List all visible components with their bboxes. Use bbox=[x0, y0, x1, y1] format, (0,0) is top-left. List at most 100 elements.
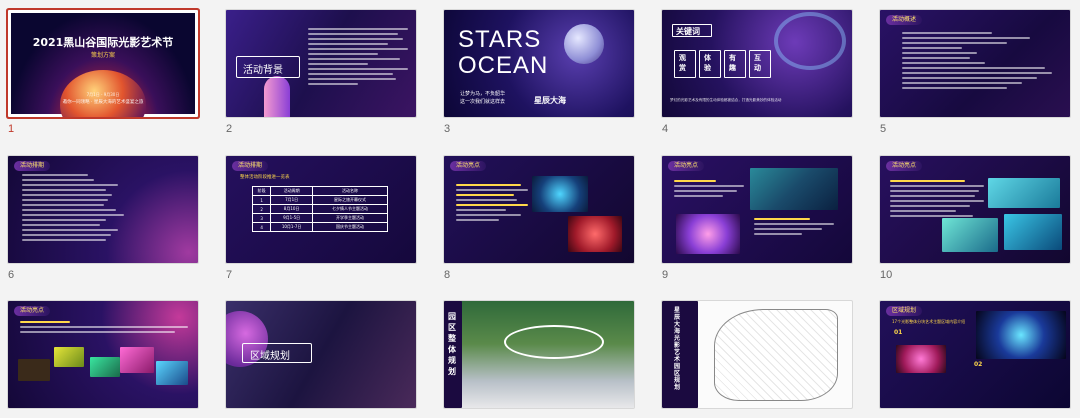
table-header-row: 阶段 活动周期 活动名称 bbox=[251, 186, 388, 196]
table-cell: 七夕情人节主题活动 bbox=[312, 204, 388, 214]
slide-13-preview[interactable]: 园区整体规划 bbox=[444, 301, 634, 408]
photo-light-sculpture-1 bbox=[750, 168, 838, 210]
slide-15-label-2: 02 bbox=[974, 361, 983, 368]
slide-1-title: 2021黑山谷国际光影艺术节 bbox=[32, 36, 174, 49]
table-cell: 星际之旅开幕仪式 bbox=[312, 195, 388, 205]
slide-10-body-text bbox=[890, 180, 984, 220]
table-row: 2 8月10日 七夕情人节主题活动 bbox=[251, 204, 388, 214]
slide-2-title: 活动背景 bbox=[243, 65, 283, 76]
slide-9-title: 活动亮点 bbox=[668, 161, 705, 171]
slide-number: 4 bbox=[662, 123, 669, 135]
slide-14-title: 星辰大海光影艺术园区规划 bbox=[674, 307, 681, 391]
table-cell: 开学季主题活动 bbox=[312, 213, 388, 223]
photo-thumb-5 bbox=[156, 361, 188, 385]
slide-8-body-text bbox=[456, 184, 528, 224]
slide-10-title: 活动亮点 bbox=[886, 161, 923, 171]
slide-15-title: 区域规划 bbox=[886, 306, 923, 316]
moon-graphic bbox=[564, 24, 604, 64]
table-row: 4 10月1-7日 国庆节主题活动 bbox=[251, 222, 388, 232]
slide-5-body-text bbox=[902, 32, 1052, 92]
slide-14-preview[interactable]: 星辰大海光影艺术园区规划 bbox=[662, 301, 852, 408]
table-cell: 1 bbox=[251, 195, 272, 205]
table-cell: 9月1-5日 bbox=[270, 213, 314, 223]
slide-4-footer: 梦幻的光影艺术及有限的生动体验都被结合，打造光影美妙的体验活动 bbox=[670, 98, 782, 102]
photo-installation-2 bbox=[568, 216, 622, 252]
table-cell: 4 bbox=[251, 222, 272, 232]
photo-light-sculpture-2 bbox=[676, 214, 740, 254]
slide-12-title: 区域规划 bbox=[250, 351, 290, 362]
table-header-cell: 阶段 bbox=[251, 186, 272, 196]
slide-9-body-text-2 bbox=[754, 218, 834, 238]
table-header-cell: 活动名称 bbox=[312, 186, 388, 196]
table-row: 3 9月1-5日 开学季主题活动 bbox=[251, 213, 388, 223]
slide-1-subtitle: 策划方案 bbox=[90, 52, 115, 59]
slide-8-preview[interactable]: 活动亮点 bbox=[444, 156, 634, 263]
slide-11-preview[interactable]: 活动亮点 bbox=[8, 301, 198, 408]
slide-3-preview[interactable]: STARS OCEAN 让梦为马，不负韶华 这一次我们就这样去 星辰大海 bbox=[444, 10, 634, 117]
slide-number: 5 bbox=[880, 123, 887, 135]
slide-3-title-line2: OCEAN bbox=[458, 52, 549, 79]
slide-3-text-line1: 让梦为马，不负韶华 bbox=[460, 91, 506, 97]
photo-aquarium-1 bbox=[988, 178, 1060, 208]
slide-4-word-2: 体验 bbox=[704, 54, 711, 72]
table-header-cell: 活动周期 bbox=[270, 186, 314, 196]
park-road-graphic bbox=[504, 325, 604, 359]
slide-number: 8 bbox=[444, 269, 451, 281]
slide-9-body-text bbox=[674, 180, 744, 200]
slide-4-keyword: 关键词 bbox=[676, 27, 700, 36]
slide-number: 7 bbox=[226, 269, 233, 281]
slide-7-schedule-table: 阶段 活动周期 活动名称 1 7月1日 星际之旅开幕仪式 2 8月10日 七夕情… bbox=[251, 186, 388, 232]
pillar-graphic bbox=[264, 76, 290, 117]
slide-3-text-line2: 这一次我们就这样去 bbox=[460, 99, 506, 105]
slide-13-title: 园区整体规划 bbox=[448, 312, 456, 376]
slide-number: 1 bbox=[8, 123, 15, 135]
slide-12-preview[interactable]: 区域规划 bbox=[226, 301, 416, 408]
slide-3-title-line1: STARS bbox=[458, 26, 542, 53]
slide-7-caption: 整体活动阶段推进一览表 bbox=[240, 175, 290, 180]
slide-4-word-1: 观赏 bbox=[679, 54, 686, 72]
slide-1-tagline: 邀你一同领略 · 星辰大海的艺术盛宴之旅 bbox=[62, 100, 144, 105]
slide-3-highlight: 星辰大海 bbox=[534, 96, 566, 105]
slide-6-preview[interactable]: 活动排期 bbox=[8, 156, 198, 263]
photo-aquarium-3 bbox=[1004, 214, 1062, 250]
slide-15-preview[interactable]: 区域规划 17个光影整体分块艺术主题区域内容介绍 01 02 bbox=[880, 301, 1070, 408]
table-cell: 国庆节主题活动 bbox=[312, 222, 388, 232]
table-cell: 10月1-7日 bbox=[270, 222, 314, 232]
slide-2-preview[interactable]: 活动背景 bbox=[226, 10, 416, 117]
slide-number: 10 bbox=[880, 269, 893, 281]
slide-15-label-1: 01 bbox=[894, 329, 903, 336]
slide-11-body-text bbox=[20, 321, 188, 336]
table-cell: 7月1日 bbox=[270, 195, 314, 205]
slide-1-meta: 7月1日 - 9月30日 bbox=[86, 92, 120, 97]
slide-10-preview[interactable]: 活动亮点 bbox=[880, 156, 1070, 263]
photo-light-tree bbox=[976, 311, 1066, 359]
photo-light-tunnel bbox=[896, 345, 946, 373]
table-cell: 2 bbox=[251, 204, 272, 214]
slide-7-preview[interactable]: 活动排期 整体活动阶段推进一览表 阶段 活动周期 活动名称 1 7月1日 星际之… bbox=[226, 156, 416, 263]
slide-4-word-4: 互动 bbox=[754, 54, 761, 72]
slide-4-preview[interactable]: 关键词 观赏 体验 有趣 互动 梦幻的光影艺术及有限的生动体验都被结合，打造光影… bbox=[662, 10, 852, 117]
slide-6-body-text bbox=[22, 174, 142, 244]
slide-7-title: 活动排期 bbox=[232, 161, 269, 171]
slide-11-title: 活动亮点 bbox=[14, 306, 51, 316]
slide-1-preview[interactable]: 2021黑山谷国际光影艺术节 策划方案 7月1日 - 9月30日 邀你一同领略 … bbox=[8, 10, 198, 117]
slide-number: 6 bbox=[8, 269, 15, 281]
slide-5-title: 活动概述 bbox=[886, 15, 923, 25]
photo-thumb-3 bbox=[90, 357, 120, 377]
table-cell: 8月10日 bbox=[270, 204, 314, 214]
photo-thumb-2 bbox=[54, 347, 84, 367]
slide-number: 3 bbox=[444, 123, 451, 135]
ring-graphic bbox=[774, 12, 846, 70]
photo-installation-1 bbox=[532, 176, 588, 212]
photo-thumb-1 bbox=[18, 359, 50, 381]
slide-2-body-text bbox=[308, 28, 408, 88]
slide-4-word-3: 有趣 bbox=[729, 54, 736, 72]
slide-15-caption: 17个光影整体分块艺术主题区域内容介绍 bbox=[892, 319, 966, 324]
slide-9-preview[interactable]: 活动亮点 bbox=[662, 156, 852, 263]
slide-5-preview[interactable]: 活动概述 bbox=[880, 10, 1070, 117]
slide-8-title: 活动亮点 bbox=[450, 161, 487, 171]
table-cell: 3 bbox=[251, 213, 272, 223]
slide-number: 9 bbox=[662, 269, 669, 281]
slide-6-title: 活动排期 bbox=[14, 161, 51, 171]
site-map-graphic bbox=[714, 309, 838, 401]
